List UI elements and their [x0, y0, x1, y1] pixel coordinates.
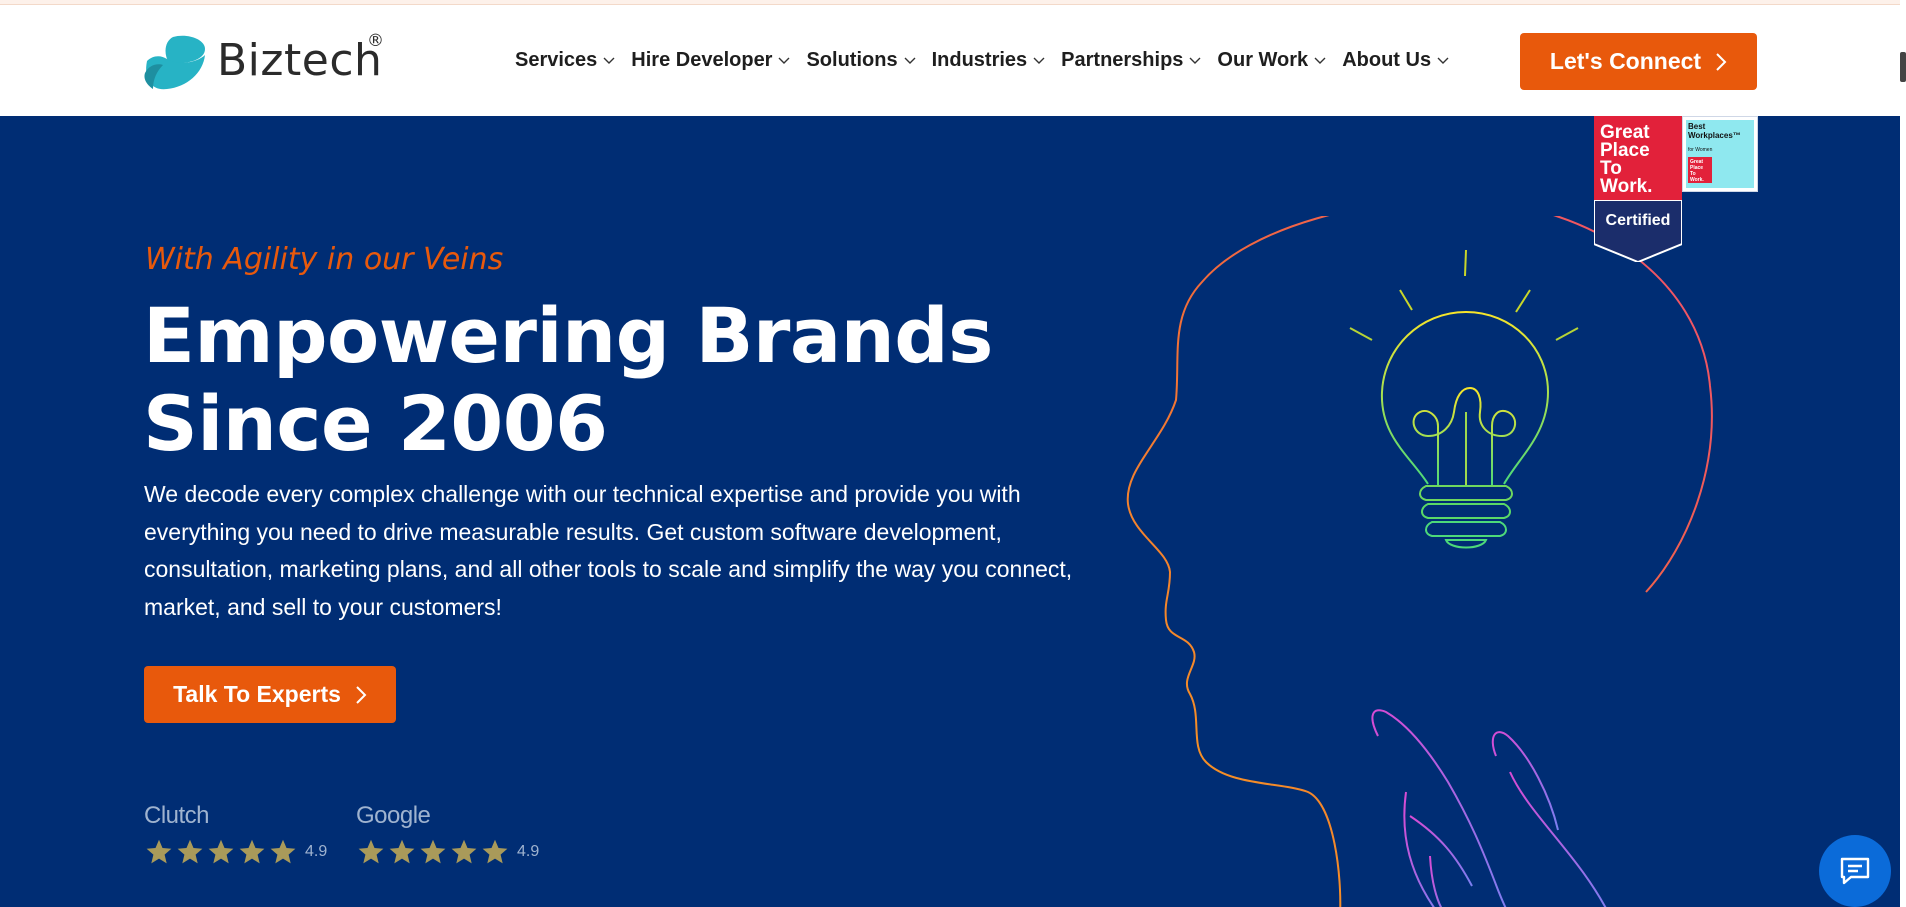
- rating-score: 4.9: [305, 843, 328, 860]
- best-workplaces-badge[interactable]: Best Workplaces™ for Women Great Place T…: [1682, 116, 1758, 192]
- lets-connect-button[interactable]: Let's Connect: [1520, 33, 1757, 90]
- nav-item-hire-developer[interactable]: Hire Developer: [631, 49, 790, 72]
- star-icon: [358, 839, 384, 864]
- registered-mark: ®: [367, 31, 384, 51]
- biztech-logo-mark-icon: [144, 35, 205, 90]
- site-header: Biztech ® Services Hire Developer Soluti…: [0, 5, 1906, 116]
- star-icon: [177, 839, 203, 864]
- nav-item-industries[interactable]: Industries: [932, 49, 1046, 72]
- biztech-logo[interactable]: Biztech ®: [143, 31, 393, 93]
- star-icon: [420, 839, 446, 864]
- chevron-down-icon: [603, 57, 615, 64]
- nav-item-label: Partnerships: [1061, 49, 1184, 71]
- best-workplaces-mini-logo: Great Place To Work.: [1688, 157, 1712, 183]
- scrollbar-thumb[interactable]: [1900, 52, 1906, 82]
- certified-ribbon-icon: [1594, 200, 1682, 262]
- hero-tagline: With Agility in our Veins: [145, 242, 504, 277]
- nav-item-our-work[interactable]: Our Work: [1217, 49, 1326, 72]
- best-workplaces-subtitle: for Women: [1688, 147, 1713, 153]
- chat-bubble-icon: [1840, 857, 1870, 885]
- gptw-certified-label: Certified: [1605, 212, 1671, 229]
- rating-score: 4.9: [517, 843, 540, 860]
- star-icon: [239, 839, 265, 864]
- lets-connect-label: Let's Connect: [1549, 48, 1702, 74]
- nav-item-solutions[interactable]: Solutions: [806, 49, 916, 72]
- nav-item-label: Industries: [931, 49, 1028, 71]
- chevron-right-icon: [356, 685, 367, 704]
- chevron-down-icon: [1189, 57, 1201, 64]
- chevron-right-icon: [1716, 52, 1727, 71]
- great-place-to-work-badge[interactable]: Great Place To Work. Certified: [1594, 116, 1682, 262]
- head-lightbulb-illustration: [1126, 216, 1713, 907]
- scrollbar-track[interactable]: [1900, 0, 1906, 907]
- nav-item-label: Solutions: [806, 49, 898, 71]
- chevron-down-icon: [778, 57, 790, 64]
- logo-wordmark: Biztech: [217, 35, 383, 86]
- star-icon: [482, 839, 508, 864]
- star-icon: [451, 839, 477, 864]
- talk-to-experts-button[interactable]: Talk To Experts: [144, 666, 396, 723]
- hero-description: We decode every complex challenge with o…: [144, 481, 1073, 620]
- chevron-down-icon: [1314, 57, 1326, 64]
- main-nav: Services Hire Developer Solutions Indust…: [515, 49, 1465, 72]
- star-row: 4.9: [144, 838, 327, 866]
- nav-item-partnerships[interactable]: Partnerships: [1061, 49, 1201, 72]
- chevron-down-icon: [904, 57, 916, 64]
- nav-item-about-us[interactable]: About Us: [1342, 49, 1449, 72]
- google-rating[interactable]: Google 4.9: [356, 802, 539, 866]
- chevron-down-icon: [1437, 57, 1449, 64]
- star-icon: [389, 839, 415, 864]
- star-icon: [270, 839, 296, 864]
- gptw-line: Great: [1600, 122, 1650, 143]
- clutch-rating[interactable]: Clutch 4.9: [144, 802, 327, 866]
- headline-line-2: Since 2006: [143, 379, 608, 468]
- google-logo: Google: [356, 802, 431, 829]
- star-icon: [208, 839, 234, 864]
- nav-item-label: Hire Developer: [631, 49, 773, 71]
- chat-launcher-button[interactable]: [1819, 835, 1891, 907]
- gptw-line: Work.: [1600, 176, 1653, 197]
- headline-line-1: Empowering Brands: [143, 291, 993, 380]
- star-icon: [146, 839, 172, 864]
- nav-item-services[interactable]: Services: [515, 49, 615, 72]
- nav-item-label: About Us: [1342, 49, 1432, 71]
- nav-item-label: Services: [515, 49, 598, 71]
- best-workplaces-title: Best Workplaces™: [1688, 122, 1741, 140]
- talk-to-experts-label: Talk To Experts: [173, 681, 341, 707]
- chevron-down-icon: [1033, 57, 1045, 64]
- star-row: 4.9: [356, 838, 539, 866]
- hero-headline: Empowering Brands Since 2006: [143, 292, 1143, 468]
- nav-item-label: Our Work: [1217, 49, 1309, 71]
- clutch-logo: Clutch: [144, 802, 210, 829]
- gptw-red-panel: Great Place To Work.: [1594, 116, 1682, 200]
